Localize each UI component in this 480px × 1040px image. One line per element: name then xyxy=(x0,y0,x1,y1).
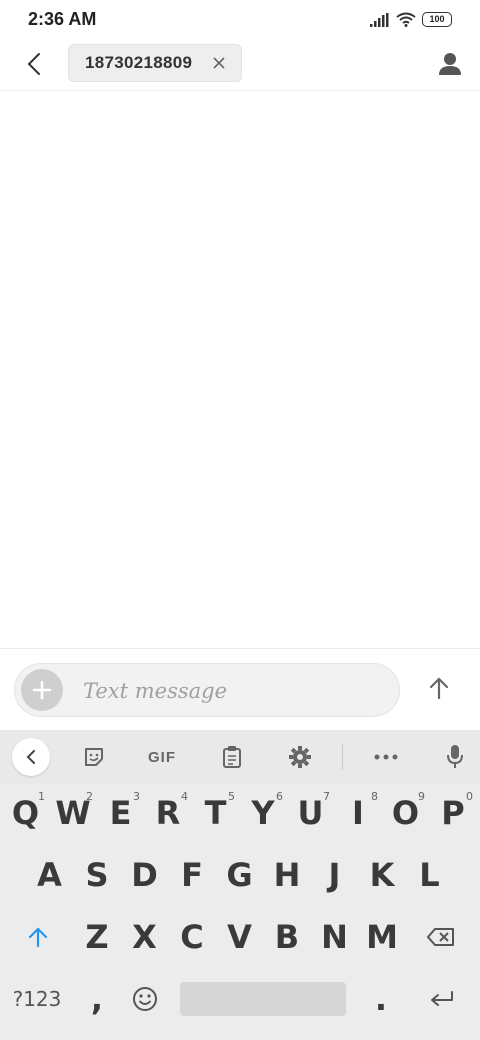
enter-icon xyxy=(431,991,453,1006)
recipient-chip[interactable]: 18730218809 xyxy=(68,44,242,82)
battery-icon: 100 xyxy=(422,12,452,27)
key-u[interactable]: U7 xyxy=(287,784,334,842)
key-f[interactable]: F xyxy=(168,846,216,904)
clipboard-icon xyxy=(223,746,241,768)
key-s[interactable]: S xyxy=(73,846,121,904)
keyboard-toolbar: GIF xyxy=(0,730,480,784)
status-icons: 100 xyxy=(370,12,452,27)
key-r[interactable]: R4 xyxy=(144,784,192,842)
key-v[interactable]: V xyxy=(216,908,263,966)
emoji-key[interactable] xyxy=(124,970,166,1028)
key-t[interactable]: T5 xyxy=(192,784,239,842)
key-p[interactable]: P0 xyxy=(429,784,477,842)
key-w[interactable]: W2 xyxy=(49,784,97,842)
gear-icon xyxy=(289,746,311,768)
clipboard-button[interactable] xyxy=(218,742,246,772)
arrow-up-icon xyxy=(429,677,449,700)
settings-button[interactable] xyxy=(286,742,314,772)
plus-icon xyxy=(32,680,52,700)
status-bar: 2:36 AM 100 xyxy=(0,0,480,40)
chevron-left-icon xyxy=(26,750,35,764)
key-i[interactable]: I8 xyxy=(334,784,382,842)
key-m[interactable]: M xyxy=(358,908,406,966)
more-button[interactable] xyxy=(372,742,400,772)
send-button[interactable] xyxy=(424,673,454,703)
person-icon xyxy=(439,53,461,75)
compose-field xyxy=(14,663,400,717)
compose-bar xyxy=(0,648,480,731)
key-k[interactable]: K xyxy=(358,846,406,904)
toolbar-divider xyxy=(342,744,343,770)
key-l[interactable]: L xyxy=(406,846,453,904)
key-o[interactable]: O9 xyxy=(382,784,429,842)
microphone-icon xyxy=(447,745,463,768)
key-q[interactable]: Q1 xyxy=(2,784,49,842)
status-time: 2:36 AM xyxy=(28,9,97,29)
key-c[interactable]: C xyxy=(168,908,216,966)
enter-key[interactable] xyxy=(418,970,466,1028)
key-z[interactable]: Z xyxy=(73,908,121,966)
keyboard-row-4: ?123 , . xyxy=(0,970,480,1028)
key-n[interactable]: N xyxy=(311,908,358,966)
symbols-key[interactable]: ?123 xyxy=(6,970,68,1028)
sticker-button[interactable] xyxy=(80,742,108,772)
sticker-icon xyxy=(85,748,103,766)
backspace-icon xyxy=(427,928,454,946)
key-b[interactable]: B xyxy=(263,908,311,966)
key-j[interactable]: J xyxy=(311,846,358,904)
key-y[interactable]: Y6 xyxy=(239,784,287,842)
space-key[interactable] xyxy=(180,982,346,1016)
keyboard: GIF Q 1 W 2 E 3 R 4 T 5 Y 6 U 7 I 8 O 9 … xyxy=(0,730,480,1040)
keyboard-row-3: Z X C V B N M xyxy=(0,908,480,966)
attach-button[interactable] xyxy=(21,669,63,711)
key-h[interactable]: H xyxy=(263,846,311,904)
conversation-header: 18730218809 xyxy=(0,40,480,91)
key-a[interactable]: A xyxy=(26,846,73,904)
key-e[interactable]: E3 xyxy=(97,784,144,842)
more-horizontal-icon xyxy=(374,754,398,760)
back-button[interactable] xyxy=(18,48,50,80)
signal-icon xyxy=(370,12,390,27)
shift-key[interactable] xyxy=(14,908,62,966)
comma-key[interactable]: , xyxy=(74,970,120,1028)
keyboard-collapse-button[interactable] xyxy=(12,738,50,776)
period-key[interactable]: . xyxy=(358,970,404,1028)
voice-input-button[interactable] xyxy=(442,742,468,772)
key-x[interactable]: X xyxy=(121,908,168,966)
keyboard-row-2: A S D F G H J K L xyxy=(0,846,480,904)
key-g[interactable]: G xyxy=(216,846,263,904)
emoji-icon xyxy=(133,987,157,1011)
key-d[interactable]: D xyxy=(121,846,168,904)
recipient-number: 18730218809 xyxy=(85,53,193,72)
back-arrow-icon xyxy=(27,53,40,75)
keyboard-row-1: Q1 W2 E3 R4 T5 Y6 U7 I8 O9 P0 xyxy=(0,784,480,842)
backspace-key[interactable] xyxy=(416,908,466,966)
shift-arrow-icon xyxy=(28,927,48,948)
contact-button[interactable] xyxy=(436,50,464,78)
gif-button[interactable]: GIF xyxy=(140,742,184,772)
conversation-area xyxy=(0,91,480,647)
message-input[interactable] xyxy=(81,672,385,710)
wifi-icon xyxy=(396,12,416,27)
gif-label: GIF xyxy=(148,748,176,766)
chip-close-icon[interactable] xyxy=(211,55,227,71)
